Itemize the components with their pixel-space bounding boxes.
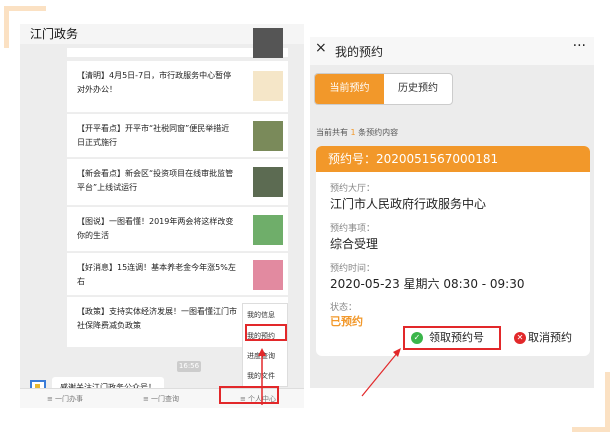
annotation-arrows	[258, 348, 401, 405]
arrowhead	[393, 348, 401, 357]
arrowhead	[258, 348, 266, 356]
arrow-diagonal	[361, 351, 399, 397]
